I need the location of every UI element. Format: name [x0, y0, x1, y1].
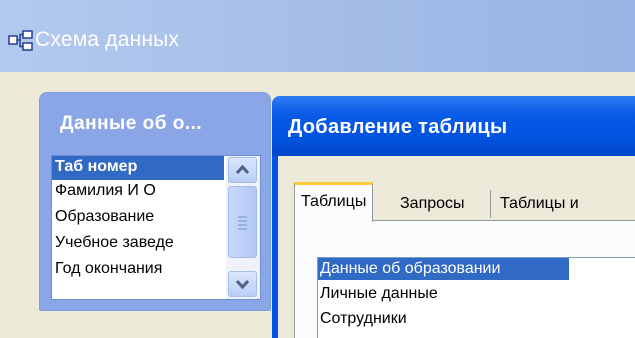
tab-tables[interactable]: Таблицы	[294, 182, 374, 222]
schema-window-titlebar[interactable]: Схема данных	[0, 0, 635, 72]
schema-window-title: Схема данных	[35, 28, 180, 51]
table-list[interactable]: Данные об образовании Личные данные Сотр…	[317, 257, 635, 338]
field-item-tab-number[interactable]: Таб номер	[52, 156, 224, 180]
field-item-full-name[interactable]: Фамилия И О	[52, 180, 224, 204]
tab-tables-and-queries[interactable]: Таблицы и	[494, 188, 585, 220]
scroll-thumb[interactable]	[228, 186, 257, 258]
table-window-education-data[interactable]: Данные об о... Таб номер Фамилия И О Обр…	[39, 92, 271, 311]
tab-queries[interactable]: Запросы	[394, 188, 471, 220]
add-table-dialog-title: Добавление таблицы	[288, 116, 508, 138]
add-table-dialog[interactable]: Добавление таблицы Таблицы Запросы Табли…	[272, 96, 635, 338]
list-item-personal-data[interactable]: Личные данные	[318, 283, 569, 305]
field-list-scrollbar[interactable]	[226, 156, 260, 299]
scroll-thumb-grip-icon	[238, 216, 247, 230]
field-list[interactable]: Таб номер Фамилия И О Образование Учебно…	[51, 155, 261, 300]
scroll-down-button[interactable]	[228, 271, 257, 297]
relationships-icon	[8, 30, 33, 51]
field-item-graduation-year[interactable]: Год окончания	[52, 258, 224, 282]
scroll-down-icon	[235, 279, 250, 290]
field-item-institution[interactable]: Учебное заведе	[52, 232, 224, 256]
tab-separator	[490, 190, 491, 218]
tab-panel-tables: Данные об образовании Личные данные Сотр…	[294, 220, 635, 338]
add-table-dialog-body: Таблицы Запросы Таблицы и Данные об обра…	[278, 156, 635, 338]
field-item-education[interactable]: Образование	[52, 206, 224, 230]
table-window-title[interactable]: Данные об о...	[60, 113, 202, 135]
list-item-education-data[interactable]: Данные об образовании	[318, 258, 569, 280]
add-table-dialog-titlebar[interactable]: Добавление таблицы	[272, 96, 635, 156]
scroll-up-icon	[235, 164, 250, 175]
scroll-up-button[interactable]	[228, 157, 257, 183]
list-item-employees[interactable]: Сотрудники	[318, 308, 569, 330]
